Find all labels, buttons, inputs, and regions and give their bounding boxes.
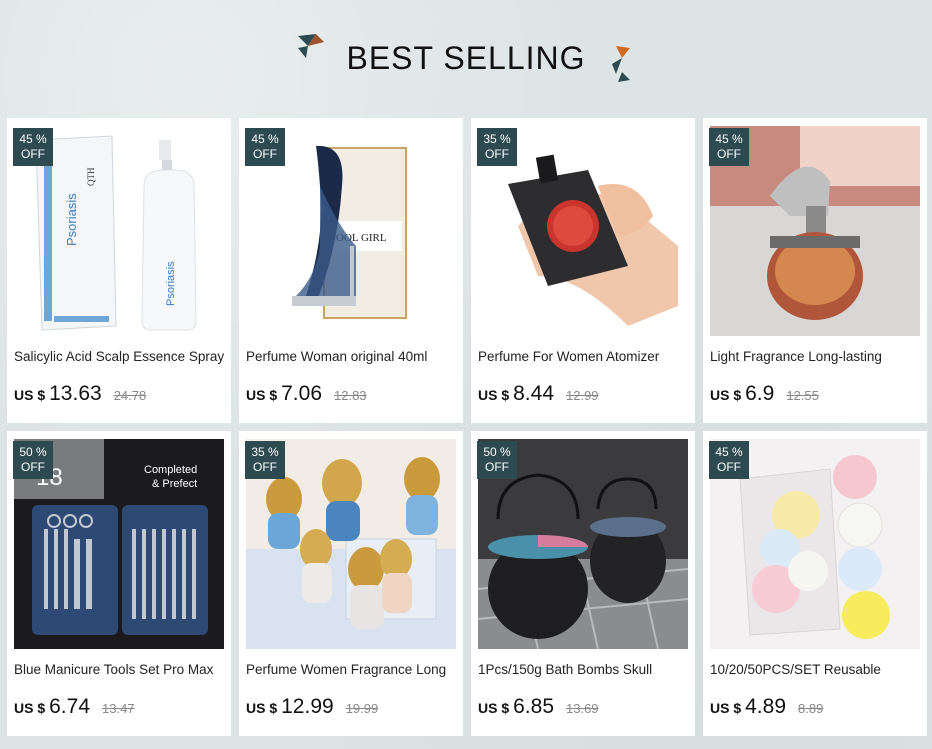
currency: US $ [246, 700, 278, 716]
price: 12.99 [281, 695, 334, 718]
svg-text:Completed: Completed [144, 464, 197, 476]
product-name[interactable]: 1Pcs/150g Bath Bombs Skull [478, 662, 692, 677]
discount-percent: 50 % [483, 445, 511, 459]
original-price: 19.99 [345, 701, 379, 716]
original-price: 12.83 [334, 388, 367, 403]
discount-percent: 45 % [251, 132, 279, 146]
currency: US $ [710, 700, 742, 716]
original-price: 8.89 [798, 701, 824, 716]
product-name[interactable]: Light Fragrance Long-lasting [710, 349, 924, 364]
price-row: US $ 13.63 24.78 [14, 382, 146, 410]
discount-off-label: OFF [485, 460, 509, 474]
product-name[interactable]: Perfume For Women Atomizer [478, 349, 692, 364]
product-name[interactable]: Salicylic Acid Scalp Essence Spray [14, 349, 228, 364]
price-row: US $ 6.85 13.69 [478, 695, 599, 723]
original-price: 12.55 [786, 388, 819, 403]
price-row: US $ 12.99 19.99 [246, 695, 378, 723]
svg-text:QTH: QTH [86, 167, 96, 186]
svg-text:Psoriasis: Psoriasis [165, 261, 177, 306]
discount-badge: 50 % OFF [477, 441, 517, 479]
section-header: BEST SELLING [0, 0, 932, 118]
price-row: US $ 4.89 8.89 [710, 695, 823, 723]
product-card[interactable]: 18 Completed & Prefect [7, 431, 231, 736]
currency: US $ [478, 387, 510, 403]
discount-badge: 35 % OFF [245, 441, 285, 479]
currency: US $ [246, 387, 278, 403]
original-price: 12.99 [566, 388, 599, 403]
discount-badge: 45 % OFF [709, 441, 749, 479]
discount-badge: 45 % OFF [245, 128, 285, 166]
section-title: BEST SELLING [346, 40, 586, 76]
price-row: US $ 7.06 12.83 [246, 382, 367, 410]
discount-off-label: OFF [717, 460, 741, 474]
price: 4.89 [745, 695, 786, 718]
currency: US $ [710, 387, 742, 403]
price: 6.9 [745, 382, 775, 405]
original-price: 24.78 [113, 388, 147, 403]
discount-percent: 45 % [715, 132, 743, 146]
product-name[interactable]: 10/20/50PCS/SET Reusable [710, 662, 924, 677]
product-name[interactable]: Blue Manicure Tools Set Pro Max [14, 662, 228, 677]
discount-badge: 50 % OFF [13, 441, 53, 479]
discount-badge: 45 % OFF [709, 128, 749, 166]
product-card[interactable]: 45 % OFF 10/20/50PCS/SET Reusable US $ 4… [703, 431, 927, 736]
discount-badge: 45 % OFF [13, 128, 53, 166]
discount-badge: 35 % OFF [477, 128, 517, 166]
currency: US $ [14, 387, 46, 403]
product-card[interactable]: OOL GIRL 45 % OFF Perfume Woman original… [239, 118, 463, 423]
discount-off-label: OFF [21, 147, 45, 161]
original-price: 13.69 [566, 701, 599, 716]
price-row: US $ 6.9 12.55 [710, 382, 819, 410]
discount-percent: 50 % [19, 445, 47, 459]
price: 6.74 [49, 695, 90, 718]
price: 7.06 [281, 382, 322, 405]
product-name[interactable]: Perfume Women Fragrance Long [246, 662, 460, 677]
svg-text:& Prefect: & Prefect [152, 478, 197, 490]
currency: US $ [478, 700, 510, 716]
price: 8.44 [513, 382, 554, 405]
discount-off-label: OFF [717, 147, 741, 161]
currency: US $ [14, 700, 46, 716]
original-price: 13.47 [102, 701, 135, 716]
right-triangle-decoration-icon [612, 46, 630, 82]
product-card[interactable]: 50 % OFF 1Pcs/150g Bath Bombs Skull US $… [471, 431, 695, 736]
discount-off-label: OFF [253, 147, 277, 161]
discount-percent: 35 % [251, 445, 279, 459]
product-card[interactable]: Psoriasis QTH Psoriasis 45 % OFF Salicyl… [7, 118, 231, 423]
discount-percent: 45 % [19, 132, 47, 146]
discount-off-label: OFF [253, 460, 277, 474]
price-row: US $ 8.44 12.99 [478, 382, 599, 410]
discount-percent: 45 % [715, 445, 743, 459]
price-row: US $ 6.74 13.47 [14, 695, 135, 723]
discount-off-label: OFF [21, 460, 45, 474]
discount-percent: 35 % [483, 132, 511, 146]
price: 6.85 [513, 695, 554, 718]
product-grid: Psoriasis QTH Psoriasis 45 % OFF Salicyl… [7, 118, 927, 745]
price: 13.63 [49, 382, 102, 405]
product-card[interactable]: 35 % OFF Perfume For Women Atomizer US $… [471, 118, 695, 423]
discount-off-label: OFF [485, 147, 509, 161]
box-label: Psoriasis [64, 193, 79, 246]
product-card[interactable]: 45 % OFF Light Fragrance Long-lasting US… [703, 118, 927, 423]
product-card[interactable]: 35 % OFF Perfume Women Fragrance Long US… [239, 431, 463, 736]
product-name[interactable]: Perfume Woman original 40ml [246, 349, 460, 364]
